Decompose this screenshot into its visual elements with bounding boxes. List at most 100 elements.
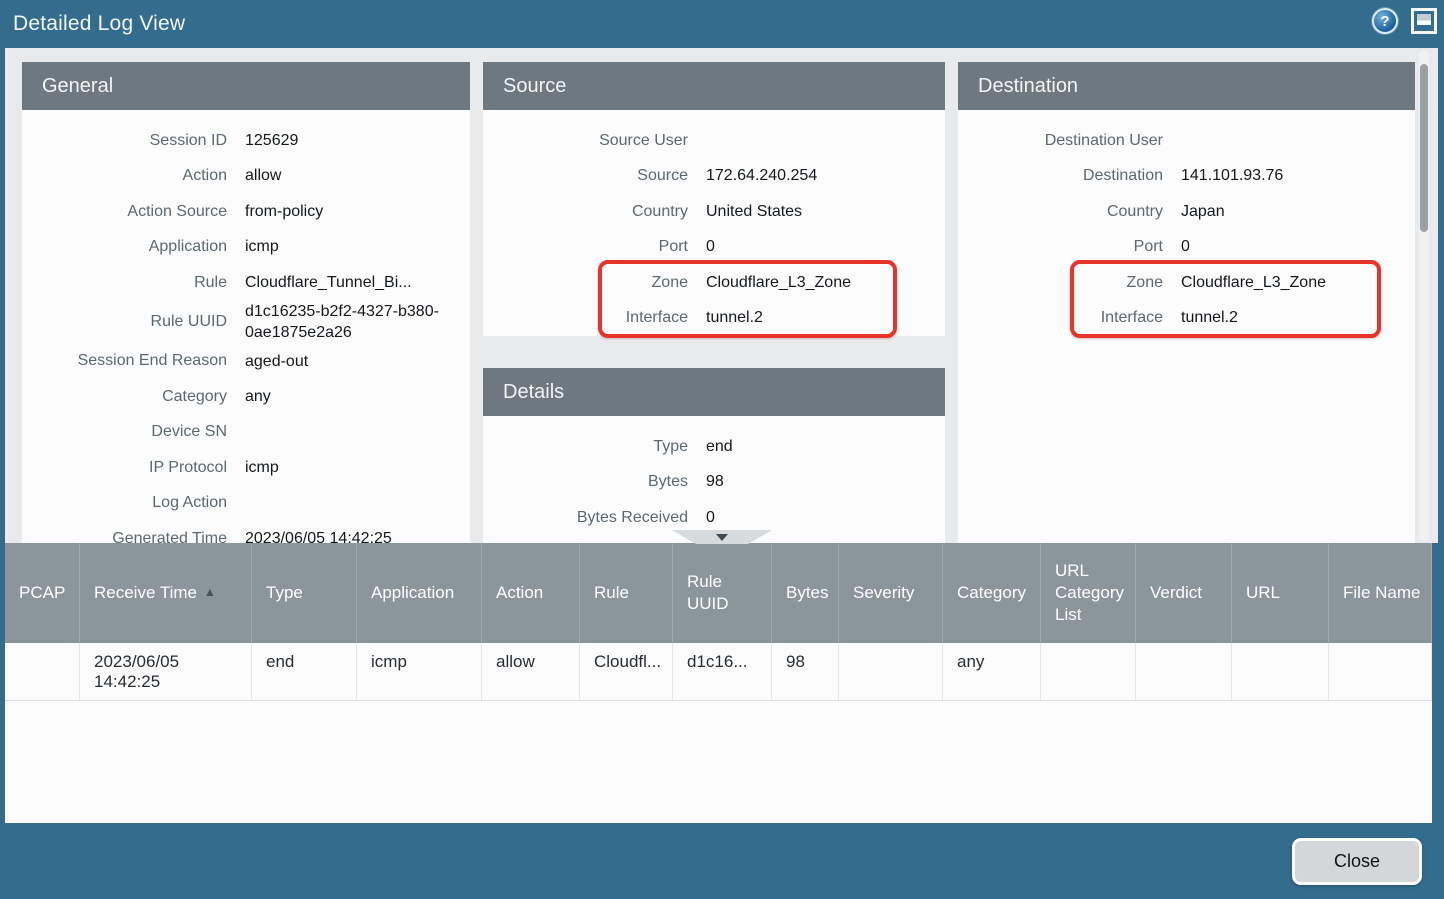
field-label: Rule (22, 274, 227, 292)
help-icon[interactable]: ? (1372, 8, 1398, 34)
field-row-source: Source 172.64.240.254 (483, 159, 945, 195)
cell-action: allow (482, 643, 580, 700)
column-header-application[interactable]: Application (357, 543, 482, 643)
column-header-receive-time[interactable]: Receive Time ▲ (80, 543, 252, 643)
field-row-destination: Destination141.101.93.76 (958, 159, 1415, 195)
column-header-category[interactable]: Category (943, 543, 1041, 643)
field-value: 172.64.240.254 (706, 165, 817, 187)
cell-url (1232, 643, 1329, 700)
field-row-device-sn: Device SN (22, 415, 470, 451)
field-label: Action Source (22, 203, 227, 221)
column-label: Action (496, 582, 543, 604)
field-label: Destination User (958, 132, 1163, 150)
field-value: d1c16235-b2f2-4327-b380-0ae1875e2a26 (245, 301, 458, 344)
column-label: File Name (1343, 582, 1420, 604)
column-header-rule-uuid[interactable]: Rule UUID (673, 543, 772, 643)
destination-panel-title: Destination (978, 75, 1078, 98)
column-header-url[interactable]: URL (1232, 543, 1329, 643)
field-row-action-source: Action Source from-policy (22, 194, 470, 230)
column-header-verdict[interactable]: Verdict (1136, 543, 1232, 643)
field-label: Session ID (22, 132, 227, 150)
column-label: Rule (594, 582, 629, 604)
field-row-bytes: Bytes98 (483, 465, 945, 501)
field-value: Cloudflare_L3_Zone (1181, 272, 1326, 294)
field-label: Category (22, 388, 227, 406)
column-header-type[interactable]: Type (252, 543, 357, 643)
field-row-interface: Interfacetunnel.2 (483, 301, 945, 337)
sort-ascending-icon: ▲ (204, 585, 216, 601)
source-panel-title: Source (503, 75, 566, 98)
field-label: Generated Time (22, 530, 227, 543)
general-panel: General Session ID125629ActionallowActio… (22, 62, 470, 543)
cell-severity (839, 643, 943, 700)
column-header-rule[interactable]: Rule (580, 543, 673, 643)
column-header-action[interactable]: Action (482, 543, 580, 643)
column-label: Rule UUID (687, 571, 763, 615)
field-value: end (706, 436, 733, 458)
source-panel-body: Source User Source 172.64.240.254 Country Un… (483, 110, 945, 336)
log-table-header: PCAP Receive Time ▲ Type Application Action Ru… (5, 543, 1432, 643)
field-value: United States (706, 201, 802, 223)
cell-bytes: 98 (772, 643, 839, 700)
column-label: Application (371, 582, 454, 604)
field-label: Device SN (22, 423, 227, 441)
cell-pcap (5, 643, 80, 700)
general-panel-body: Session ID125629ActionallowAction Source… (22, 110, 470, 543)
field-value: 141.101.93.76 (1181, 165, 1283, 187)
cell-category: any (943, 643, 1041, 700)
dialog-titlebar: Detailed Log View (0, 0, 1444, 48)
column-label: Severity (853, 582, 914, 604)
column-label: Category (957, 582, 1026, 604)
column-label: PCAP (19, 582, 65, 604)
log-table-row[interactable]: 2023/06/05 14:42:25endicmpallowCloudfl..… (5, 643, 1432, 701)
cell-rule: Cloudfl... (580, 643, 673, 700)
field-label: Port (958, 238, 1163, 256)
field-row-ip-protocol: IP Protocolicmp (22, 450, 470, 486)
destination-panel-header: Destination (958, 62, 1415, 110)
field-label: Application (22, 238, 227, 256)
source-panel-header: Source (483, 62, 945, 110)
general-panel-title: General (42, 75, 113, 98)
field-label: Bytes (483, 473, 688, 491)
field-label: Interface (958, 309, 1163, 327)
field-label: Session End Reason (22, 352, 227, 370)
cell-rule-uuid: d1c16... (673, 643, 772, 700)
destination-panel-body: Destination User Destination141.101.93.76… (958, 110, 1415, 543)
vertical-scrollbar[interactable] (1419, 50, 1429, 541)
field-value: 0 (706, 236, 715, 258)
field-row-destination-user: Destination User (958, 123, 1415, 159)
column-header-severity[interactable]: Severity (839, 543, 943, 643)
scrollbar-thumb[interactable] (1420, 64, 1428, 232)
cell-application: icmp (357, 643, 482, 700)
column-header-url-category-list[interactable]: URL Category List (1041, 543, 1136, 643)
field-value: 0 (706, 507, 715, 529)
field-row-session-end-reason: Session End Reasonaged-out (22, 344, 470, 380)
cell-verdict (1136, 643, 1232, 700)
field-label: Source (483, 167, 688, 185)
field-row-source-user: Source User (483, 123, 945, 159)
column-label: Verdict (1150, 582, 1202, 604)
column-label: Receive Time (94, 582, 197, 604)
field-value: Cloudflare_L3_Zone (706, 272, 851, 294)
cell-receive-time: 2023/06/05 14:42:25 (80, 643, 252, 700)
field-row-log-action: Log Action (22, 486, 470, 522)
column-header-pcap[interactable]: PCAP (5, 543, 80, 643)
field-value: 0 (1181, 236, 1190, 258)
column-header-bytes[interactable]: Bytes (772, 543, 839, 643)
details-panel: Details TypeendBytes98Bytes Received0 (483, 368, 945, 543)
field-row-interface: Interfacetunnel.2 (958, 301, 1415, 337)
window-restore-icon[interactable] (1411, 8, 1437, 34)
field-value: from-policy (245, 201, 323, 223)
field-label: Action (22, 167, 227, 185)
close-button[interactable]: Close (1292, 838, 1422, 885)
column-header-file-name[interactable]: File Name (1329, 543, 1432, 643)
field-row-port: Port 0 (958, 230, 1415, 266)
field-value: icmp (245, 236, 279, 258)
field-label: Zone (483, 274, 688, 292)
field-row-session-id: Session ID125629 (22, 123, 470, 159)
log-table-body: 2023/06/05 14:42:25endicmpallowCloudfl..… (5, 643, 1432, 701)
column-label: Bytes (786, 582, 829, 604)
field-label: Country (483, 203, 688, 221)
window-restore-inner (1417, 14, 1431, 25)
general-panel-header: General (22, 62, 470, 110)
